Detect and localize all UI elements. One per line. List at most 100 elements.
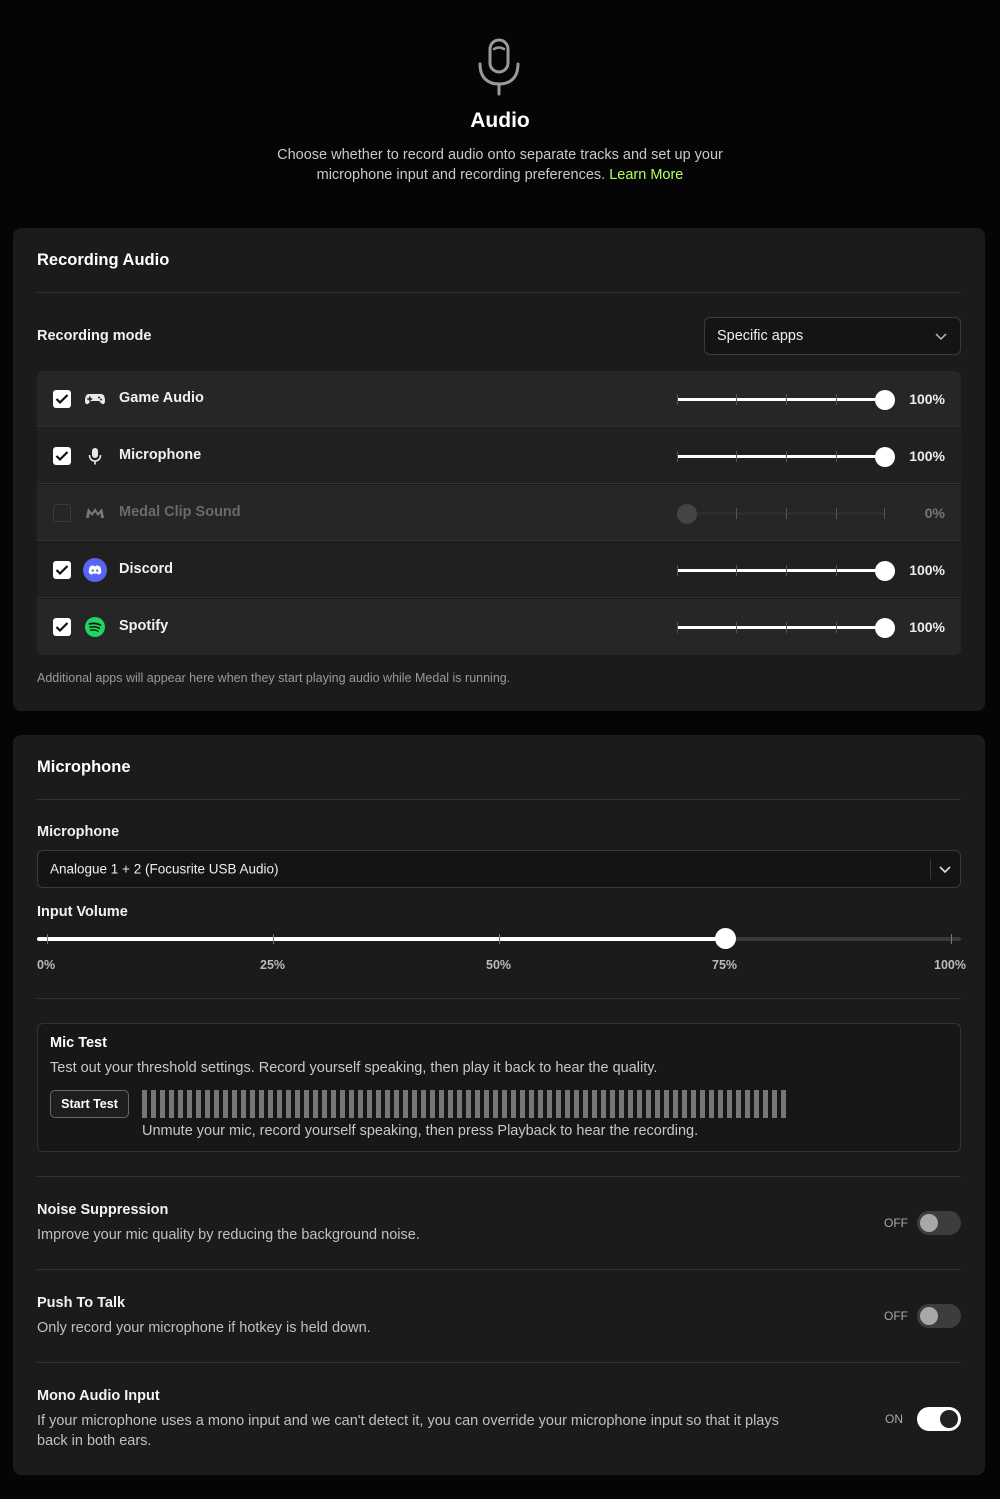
- meter-bar: [655, 1090, 660, 1118]
- meter-bar: [322, 1090, 327, 1118]
- push-to-talk-description: Only record your microphone if hotkey is…: [37, 1320, 371, 1336]
- app-row-microphone: Microphone 100%: [37, 428, 961, 484]
- microphone-section-title: Microphone: [37, 758, 131, 776]
- divider: [37, 292, 961, 293]
- app-name: Discord: [119, 561, 173, 577]
- meter-bar: [169, 1090, 174, 1118]
- microphone-card: Microphone Microphone Analogue 1 + 2 (Fo…: [13, 735, 985, 1475]
- medal-clip-sound-checkbox[interactable]: [53, 504, 71, 522]
- meter-bar: [286, 1090, 291, 1118]
- slider-handle[interactable]: [875, 561, 895, 581]
- slider-tick: [836, 451, 837, 462]
- slider-handle[interactable]: [677, 504, 697, 524]
- meter-bar: [619, 1090, 624, 1118]
- app-row-spotify: Spotify 100%: [37, 599, 961, 655]
- meter-bar: [403, 1090, 408, 1118]
- app-row-medal-clip-sound: Medal Clip Sound 0%: [37, 485, 961, 541]
- slider-handle[interactable]: [875, 618, 895, 638]
- slider-tick: [786, 394, 787, 405]
- meter-bar: [754, 1090, 759, 1118]
- mono-audio-input-description: If your microphone uses a mono input and…: [37, 1413, 779, 1449]
- mic-test-title: Mic Test: [50, 1035, 107, 1051]
- meter-bar: [223, 1090, 228, 1118]
- meter-bar: [727, 1090, 732, 1118]
- slider-tick: [836, 622, 837, 633]
- slider-tick: [736, 565, 737, 576]
- microphone-volume-slider[interactable]: [677, 447, 895, 467]
- meter-bar: [205, 1090, 210, 1118]
- gamepad-icon: [85, 394, 105, 405]
- input-volume-slider[interactable]: [37, 928, 961, 949]
- medal-clip-sound-volume-slider[interactable]: [677, 504, 885, 524]
- slider-handle[interactable]: [875, 390, 895, 410]
- meter-bar: [547, 1090, 552, 1118]
- spotify-volume-slider[interactable]: [677, 618, 895, 638]
- mic-test-note: Unmute your mic, record yourself speakin…: [142, 1123, 699, 1139]
- mono-audio-input-title: Mono Audio Input: [37, 1388, 160, 1404]
- meter-bar: [331, 1090, 336, 1118]
- divider: [37, 799, 961, 800]
- slider-handle[interactable]: [875, 447, 895, 467]
- meter-bar: [259, 1090, 264, 1118]
- recording-audio-title: Recording Audio: [37, 251, 170, 269]
- meter-bar: [763, 1090, 768, 1118]
- slider-tick: [677, 394, 678, 405]
- microphone-checkbox[interactable]: [53, 447, 71, 465]
- start-test-button[interactable]: Start Test: [50, 1090, 129, 1118]
- mono-audio-input-toggle[interactable]: [917, 1407, 961, 1431]
- slider-tick: [884, 508, 885, 519]
- meter-bar: [349, 1090, 354, 1118]
- push-to-talk-toggle[interactable]: [917, 1304, 961, 1328]
- volume-mark-25: 25%: [260, 958, 286, 972]
- page-description: Choose whether to record audio onto sepa…: [250, 145, 750, 185]
- slider-tick: [786, 451, 787, 462]
- toggle-knob: [940, 1410, 958, 1428]
- meter-bar: [358, 1090, 363, 1118]
- recording-mode-select[interactable]: Specific apps: [704, 317, 961, 355]
- push-to-talk-state: OFF: [884, 1309, 908, 1323]
- microphone-device-select[interactable]: Analogue 1 + 2 (Focusrite USB Audio): [37, 850, 961, 888]
- page-title: Audio: [470, 109, 530, 132]
- game-audio-volume-slider[interactable]: [677, 390, 895, 410]
- volume-value: 0%: [924, 505, 945, 521]
- meter-bar: [385, 1090, 390, 1118]
- microphone-icon: [478, 38, 520, 96]
- microphone-device-value: Analogue 1 + 2 (Focusrite USB Audio): [50, 861, 279, 877]
- meter-bar: [502, 1090, 507, 1118]
- meter-bar: [187, 1090, 192, 1118]
- meter-bar: [628, 1090, 633, 1118]
- meter-bar: [772, 1090, 777, 1118]
- meter-bar: [304, 1090, 309, 1118]
- meter-bar: [394, 1090, 399, 1118]
- spotify-checkbox[interactable]: [53, 618, 71, 636]
- volume-mark-0: 0%: [37, 958, 56, 972]
- additional-apps-hint: Additional apps will appear here when th…: [37, 671, 511, 685]
- discord-volume-slider[interactable]: [677, 561, 895, 581]
- volume-mark-50: 50%: [486, 958, 512, 972]
- recording-mode-value: Specific apps: [717, 328, 804, 344]
- slider-tick: [736, 394, 737, 405]
- volume-value: 100%: [909, 619, 945, 635]
- meter-bar: [484, 1090, 489, 1118]
- recording-mode-label: Recording mode: [37, 328, 152, 344]
- meter-bar: [439, 1090, 444, 1118]
- input-volume-handle[interactable]: [715, 928, 736, 949]
- meter-bar: [214, 1090, 219, 1118]
- row-separator: [37, 483, 961, 484]
- mic-level-meter: [142, 1090, 788, 1118]
- meter-bar: [691, 1090, 696, 1118]
- game-audio-checkbox[interactable]: [53, 390, 71, 408]
- meter-bar: [250, 1090, 255, 1118]
- divider: [37, 1176, 961, 1177]
- meter-bar: [520, 1090, 525, 1118]
- learn-more-link[interactable]: Learn More: [609, 167, 683, 183]
- meter-bar: [511, 1090, 516, 1118]
- volume-mark-100: 100%: [934, 958, 966, 972]
- noise-suppression-toggle[interactable]: [917, 1211, 961, 1235]
- meter-bar: [475, 1090, 480, 1118]
- meter-bar: [430, 1090, 435, 1118]
- app-name: Microphone: [119, 447, 202, 463]
- mic-test-panel: Mic Test Test out your threshold setting…: [37, 1023, 961, 1152]
- divider: [37, 1362, 961, 1363]
- discord-checkbox[interactable]: [53, 561, 71, 579]
